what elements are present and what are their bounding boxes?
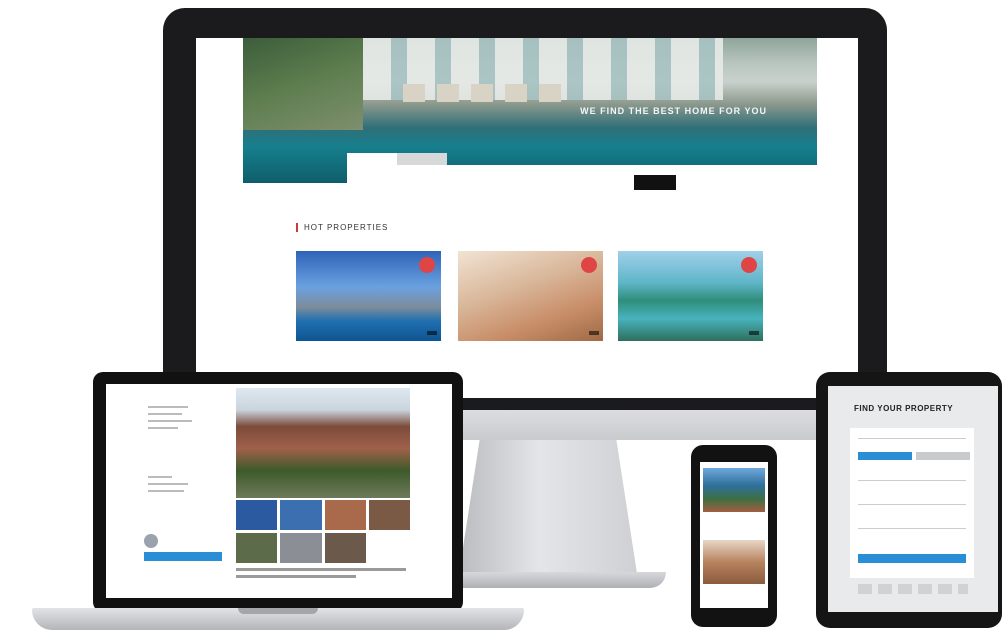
thumbnail[interactable] xyxy=(236,500,278,530)
desktop-screen: WE FIND THE BEST HOME FOR YOU HOT PROPER… xyxy=(196,38,858,398)
agent-card xyxy=(144,530,224,552)
monitor-base xyxy=(430,572,666,588)
thumbnail[interactable] xyxy=(280,533,322,563)
thumbnail[interactable] xyxy=(368,500,410,530)
hero-plants-image xyxy=(243,38,363,130)
form-tabs xyxy=(858,452,970,460)
listing-thumbnails xyxy=(236,500,410,563)
price-tag xyxy=(427,331,437,335)
tablet-title: FIND YOUR PROPERTY xyxy=(854,404,954,413)
thumbnail-empty xyxy=(368,533,410,563)
form-field[interactable] xyxy=(858,438,966,439)
search-tabs xyxy=(347,153,447,165)
hot-badge xyxy=(419,257,435,273)
property-card[interactable] xyxy=(296,251,441,359)
listing-main-photo[interactable] xyxy=(236,388,410,498)
phone-caption[interactable] xyxy=(700,584,768,588)
section-title: HOT PROPERTIES xyxy=(296,223,388,232)
property-card[interactable] xyxy=(458,251,603,359)
property-photo[interactable] xyxy=(458,251,603,341)
hero-headline: WE FIND THE BEST HOME FOR YOU xyxy=(580,106,767,116)
laptop-notch xyxy=(238,608,318,614)
search-tab-2[interactable] xyxy=(397,153,447,165)
form-tab-active[interactable] xyxy=(858,452,912,460)
search-tab-1[interactable] xyxy=(347,153,397,165)
property-photo[interactable] xyxy=(618,251,763,341)
search-form xyxy=(850,428,974,578)
phone-property-photo[interactable] xyxy=(703,540,765,584)
hot-badge xyxy=(741,257,757,273)
search-bar xyxy=(347,165,817,183)
form-field[interactable] xyxy=(858,528,966,529)
tablet-footer xyxy=(858,584,968,594)
form-field[interactable] xyxy=(858,480,966,481)
contact-agent-button[interactable] xyxy=(144,552,222,561)
search-button[interactable] xyxy=(634,175,676,190)
form-tab[interactable] xyxy=(916,452,970,460)
listing-description xyxy=(236,568,410,582)
property-photo[interactable] xyxy=(296,251,441,341)
form-field[interactable] xyxy=(858,504,966,505)
listing-features xyxy=(148,476,218,497)
hero-loungers-image xyxy=(403,84,573,102)
property-card[interactable] xyxy=(618,251,763,359)
search-submit-button[interactable] xyxy=(858,554,966,563)
hot-badge xyxy=(581,257,597,273)
avatar xyxy=(144,534,158,548)
price-tag xyxy=(589,331,599,335)
phone-screen xyxy=(700,462,768,608)
tablet-screen: FIND YOUR PROPERTY xyxy=(828,386,998,612)
listing-details xyxy=(148,406,218,434)
hero-banner: WE FIND THE BEST HOME FOR YOU xyxy=(243,38,817,183)
laptop-screen xyxy=(106,384,452,598)
thumbnail[interactable] xyxy=(324,500,366,530)
thumbnail[interactable] xyxy=(324,533,366,563)
thumbnail[interactable] xyxy=(280,500,322,530)
phone-property-photo[interactable] xyxy=(703,468,765,512)
thumbnail[interactable] xyxy=(236,533,278,563)
phone-caption[interactable] xyxy=(700,512,768,516)
monitor-stand xyxy=(458,440,638,580)
price-tag xyxy=(749,331,759,335)
